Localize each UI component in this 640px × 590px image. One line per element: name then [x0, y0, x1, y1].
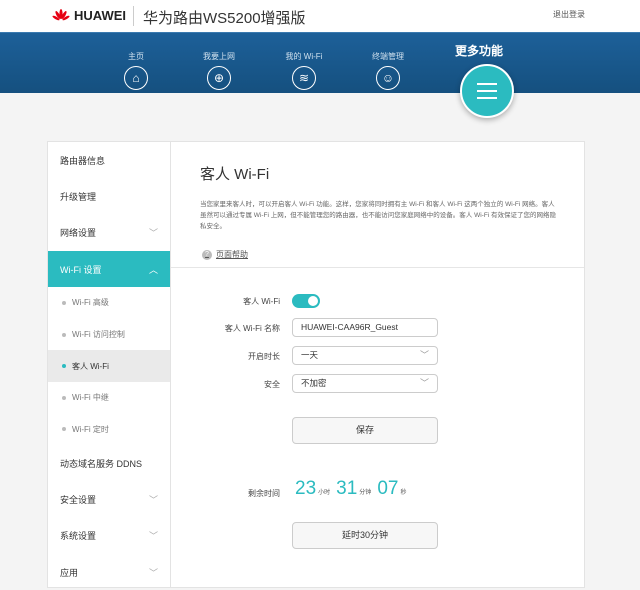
sub-label: 客人 Wi-Fi [72, 361, 109, 371]
sidebar-sub-wifi-relay[interactable]: Wi-Fi 中继 [48, 382, 170, 414]
sidebar-label: Wi-Fi 设置 [60, 264, 102, 275]
main-panel: 客人 Wi-Fi 当您家里来客人时，可以开启客人 Wi-Fi 功能。这样，您家将… [170, 141, 585, 588]
ssid-label: 客人 Wi-Fi 名称 [224, 324, 280, 333]
logout-link[interactable]: 退出登录 [553, 9, 585, 20]
sidebar-item-network[interactable]: 网络设置 ﹀ [48, 215, 170, 251]
sidebar-item-ddns[interactable]: 动态域名服务 DDNS [48, 445, 170, 481]
bullet-icon [62, 300, 66, 305]
user-icon: ☺ [376, 66, 400, 90]
sidebar-sub-wifi-timer[interactable]: Wi-Fi 定时 [48, 414, 170, 446]
sub-label: Wi-Fi 定时 [72, 424, 109, 434]
guest-wifi-toggle[interactable] [292, 294, 320, 308]
huawei-logo: HUAWEI [52, 8, 126, 23]
sidebar-label: 网络设置 [60, 228, 97, 239]
sidebar-sub-wifi-access[interactable]: Wi-Fi 访问控制 [48, 319, 170, 351]
bullet-icon [62, 395, 66, 400]
nav-label: 终端管理 [372, 52, 404, 61]
chevron-down-icon: ﹀ [148, 567, 158, 578]
sub-label: Wi-Fi 访问控制 [72, 330, 125, 340]
sidebar: 路由器信息 升级管理 网络设置 ﹀ Wi-Fi 设置 ︿ Wi-Fi 高级 Wi-F… [47, 141, 170, 588]
nav-internet[interactable]: 我要上网 ⊕ [194, 51, 244, 90]
duration-value: 一天 [301, 350, 319, 360]
nav-devices[interactable]: 终端管理 ☺ [363, 51, 413, 90]
top-bar: HUAWEI 华为路由WS5200增强版 退出登录 [0, 0, 640, 32]
nav-label: 主页 [128, 52, 144, 61]
hours-unit: 小时 [318, 490, 331, 496]
duration-label: 开启时长 [248, 352, 280, 361]
sidebar-item-system[interactable]: 系统设置 ﹀ [48, 518, 170, 554]
more-features-button[interactable] [460, 64, 514, 118]
sub-label: Wi-Fi 中继 [72, 393, 109, 403]
guest-wifi-label: 客人 Wi-Fi [243, 297, 280, 306]
sidebar-sub-wifi-advanced[interactable]: Wi-Fi 高级 [48, 287, 170, 319]
sub-label: Wi-Fi 高级 [72, 298, 109, 308]
page-description: 当您家里来客人时，可以开启客人 Wi-Fi 功能。这样，您家将同时拥有主 Wi-… [200, 201, 557, 230]
globe-icon: ⊕ [207, 66, 231, 90]
sidebar-label: 升级管理 [60, 191, 97, 202]
sidebar-label: 动态域名服务 DDNS [60, 458, 143, 469]
more-features-label: 更多功能 [455, 44, 504, 58]
minutes-unit: 分钟 [359, 490, 372, 496]
duration-select[interactable]: 一天 ﹀ [292, 346, 438, 365]
page-help-link[interactable]: ? 页面帮助 [202, 249, 248, 260]
sidebar-label: 系统设置 [60, 531, 97, 542]
chevron-down-icon: ﹀ [419, 378, 429, 388]
home-icon: ⌂ [124, 66, 148, 90]
nav-home[interactable]: 主页 ⌂ [111, 51, 161, 90]
save-button[interactable]: 保存 [292, 417, 438, 444]
seconds-unit: 秒 [400, 490, 407, 496]
sidebar-label: 路由器信息 [60, 155, 106, 166]
sidebar-item-security[interactable]: 安全设置 ﹀ [48, 481, 170, 517]
menu-icon [477, 83, 497, 85]
sidebar-item-apps[interactable]: 应用 ﹀ [48, 554, 170, 590]
divider [133, 6, 134, 26]
bullet-icon [62, 364, 66, 369]
remaining-time-label: 剩余时间 [248, 489, 280, 498]
extend-30min-button[interactable]: 延时30分钟 [292, 522, 438, 549]
sidebar-item-router-info[interactable]: 路由器信息 [48, 142, 170, 178]
nav-my-wifi[interactable]: 我的 Wi-Fi ≋ [279, 51, 329, 90]
help-label: 页面帮助 [216, 250, 248, 259]
brand-name: HUAWEI [74, 8, 126, 23]
security-value: 不加密 [301, 378, 327, 388]
product-title: 华为路由WS5200增强版 [143, 10, 306, 27]
chevron-up-icon: ︿ [148, 264, 158, 275]
help-icon: ? [202, 249, 212, 260]
chevron-down-icon: ﹀ [148, 228, 158, 239]
divider [171, 267, 584, 268]
sidebar-sub-guest-wifi[interactable]: 客人 Wi-Fi [48, 350, 170, 382]
ssid-input[interactable]: HUAWEI-CAA96R_Guest [292, 318, 438, 337]
nav-label: 我的 Wi-Fi [285, 52, 323, 61]
huawei-flower-icon [52, 8, 70, 20]
sidebar-label: 安全设置 [60, 495, 97, 506]
wifi-icon: ≋ [292, 66, 316, 90]
sidebar-item-upgrade[interactable]: 升级管理 [48, 178, 170, 214]
sidebar-label: 应用 [60, 567, 79, 578]
hours-value: 23 [295, 478, 317, 499]
nav-label: 我要上网 [203, 52, 235, 61]
chevron-down-icon: ﹀ [419, 350, 429, 360]
bullet-icon [62, 332, 66, 337]
seconds-value: 07 [377, 478, 399, 499]
nav-bar: 主页 ⌂ 我要上网 ⊕ 我的 Wi-Fi ≋ 终端管理 ☺ [0, 32, 640, 93]
remaining-time: 23 小时 31 分钟 07 秒 [295, 478, 410, 500]
sidebar-item-wifi-settings[interactable]: Wi-Fi 设置 ︿ [48, 250, 170, 288]
page-title: 客人 Wi-Fi [200, 166, 270, 183]
minutes-value: 31 [336, 478, 358, 499]
bullet-icon [62, 427, 66, 432]
security-select[interactable]: 不加密 ﹀ [292, 374, 438, 393]
chevron-down-icon: ﹀ [148, 531, 158, 542]
chevron-down-icon: ﹀ [148, 495, 158, 506]
security-label: 安全 [264, 380, 280, 389]
